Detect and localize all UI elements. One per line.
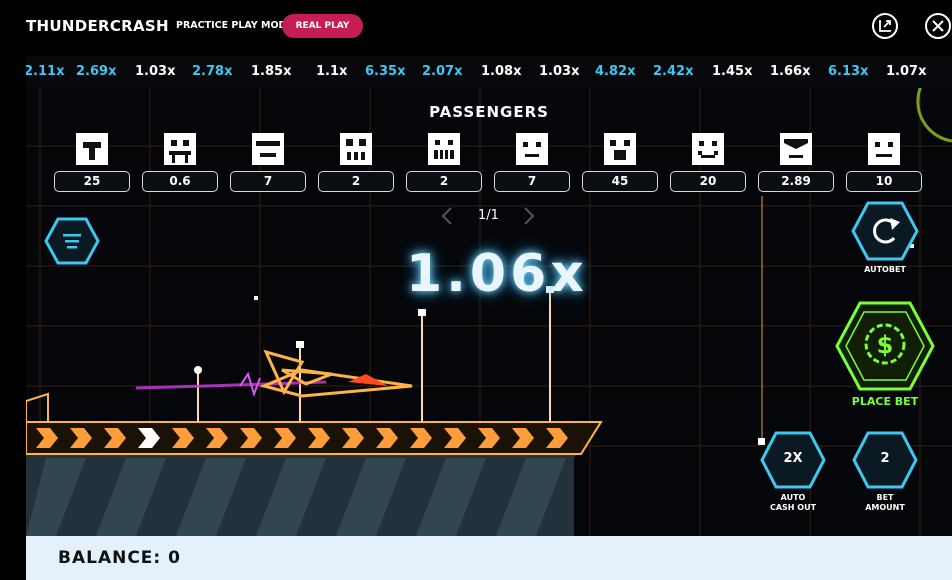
mask-face-icon: [780, 133, 812, 165]
history-item: 2.11x: [26, 64, 65, 79]
history-item: 1.45x: [712, 64, 753, 79]
svg-text:$: $: [877, 331, 894, 359]
current-multiplier: 1.06x: [406, 244, 588, 304]
passenger-value: 25: [54, 171, 130, 192]
passenger-value: 2: [406, 171, 482, 192]
fullscreen-icon[interactable]: [872, 13, 898, 39]
passenger-value: 2: [318, 171, 394, 192]
history-item: 1.03x: [135, 64, 176, 79]
auto-cash-out-button[interactable]: 2X: [759, 430, 827, 490]
app-title: THUNDERCRASH: [26, 17, 169, 35]
passenger-card: 2.89: [758, 129, 834, 192]
bet-amount-label-line2: AMOUNT: [865, 503, 905, 512]
plain-face-icon: [516, 133, 548, 165]
passenger-card: 2: [318, 129, 394, 192]
passenger-card: 20: [670, 129, 746, 192]
visor-face-icon: [252, 133, 284, 165]
chevron-right-icon[interactable]: [522, 206, 536, 226]
passenger-value: 0.6: [142, 171, 218, 192]
shout-face-icon: [604, 133, 636, 165]
passenger-value: 7: [230, 171, 306, 192]
bet-amount-button[interactable]: 2: [851, 430, 919, 490]
history-item: 1.85x: [251, 64, 292, 79]
passenger-value: 45: [582, 171, 658, 192]
bet-amount-value: 2: [880, 451, 890, 466]
menu-button[interactable]: [44, 216, 100, 266]
auto-cash-out-value: 2X: [783, 451, 803, 466]
history-item: 1.1x: [316, 64, 348, 79]
history-item: 2.07x: [422, 64, 463, 79]
history-item: 2.42x: [653, 64, 694, 79]
history-item: 1.03x: [539, 64, 580, 79]
place-bet-label: PLACE BET: [851, 395, 919, 408]
multiplier-history-ticker: 2.11x 2.69x 1.03x 2.78x 1.85x 1.1x 6.35x…: [26, 56, 952, 88]
smile-face-icon: [692, 133, 724, 165]
auto-cash-out-label-line2: CASH OUT: [769, 503, 817, 512]
autobet-refresh-icon: [851, 201, 919, 261]
autobet-button[interactable]: [850, 200, 920, 262]
practice-mode-label: PRACTICE PLAY MODE: [176, 20, 293, 31]
history-item: 4.82x: [595, 64, 636, 79]
balance-label: BALANCE: 0: [58, 548, 181, 568]
auto-cash-out-label-line1: AUTO: [780, 493, 806, 502]
passenger-card: 10: [846, 129, 922, 192]
balance-bar: BALANCE: 0: [26, 536, 952, 580]
real-play-button[interactable]: REAL PLAY: [282, 14, 363, 38]
bet-amount-label-line1: BET: [876, 493, 894, 502]
game-area: 2.11x 2.69x 1.03x 2.78x 1.85x 1.1x 6.35x…: [26, 56, 952, 536]
robot-face-icon: [164, 133, 196, 165]
ghost-face-icon: [76, 133, 108, 165]
passenger-value: 10: [846, 171, 922, 192]
history-item: 1.66x: [770, 64, 811, 79]
hamburger-menu-icon: [44, 217, 100, 265]
history-item: 1.07x: [886, 64, 927, 79]
passenger-value: 2.89: [758, 171, 834, 192]
passenger-value: 20: [670, 171, 746, 192]
passenger-card: 25: [54, 129, 130, 192]
history-item: 1.08x: [481, 64, 522, 79]
history-item: 2.78x: [192, 64, 233, 79]
passenger-card: 7: [494, 129, 570, 192]
neutral-face-icon: [868, 133, 900, 165]
passenger-card: 0.6: [142, 129, 218, 192]
chevron-left-icon[interactable]: [440, 206, 454, 226]
autobet-label: AUTOBET: [864, 265, 906, 274]
bet-amount-label: BET AMOUNT: [845, 493, 925, 513]
dollar-coin-icon: $: [835, 301, 935, 391]
passenger-page-indicator: 1/1: [478, 208, 499, 223]
history-item: 2.69x: [76, 64, 117, 79]
place-bet-button[interactable]: $: [834, 300, 936, 392]
passenger-value: 7: [494, 171, 570, 192]
skull-face-icon: [340, 133, 372, 165]
passenger-card: 45: [582, 129, 658, 192]
passengers-title: PASSENGERS: [429, 103, 549, 121]
top-bar: THUNDERCRASH PRACTICE PLAY MODE REAL PLA…: [0, 0, 952, 56]
history-item: 6.13x: [828, 64, 869, 79]
close-icon[interactable]: [925, 13, 951, 39]
history-item: 6.35x: [365, 64, 406, 79]
auto-cash-out-label: AUTO CASH OUT: [753, 493, 833, 513]
grin-face-icon: [428, 133, 460, 165]
passenger-card: 7: [230, 129, 306, 192]
passenger-card: 2: [406, 129, 482, 192]
